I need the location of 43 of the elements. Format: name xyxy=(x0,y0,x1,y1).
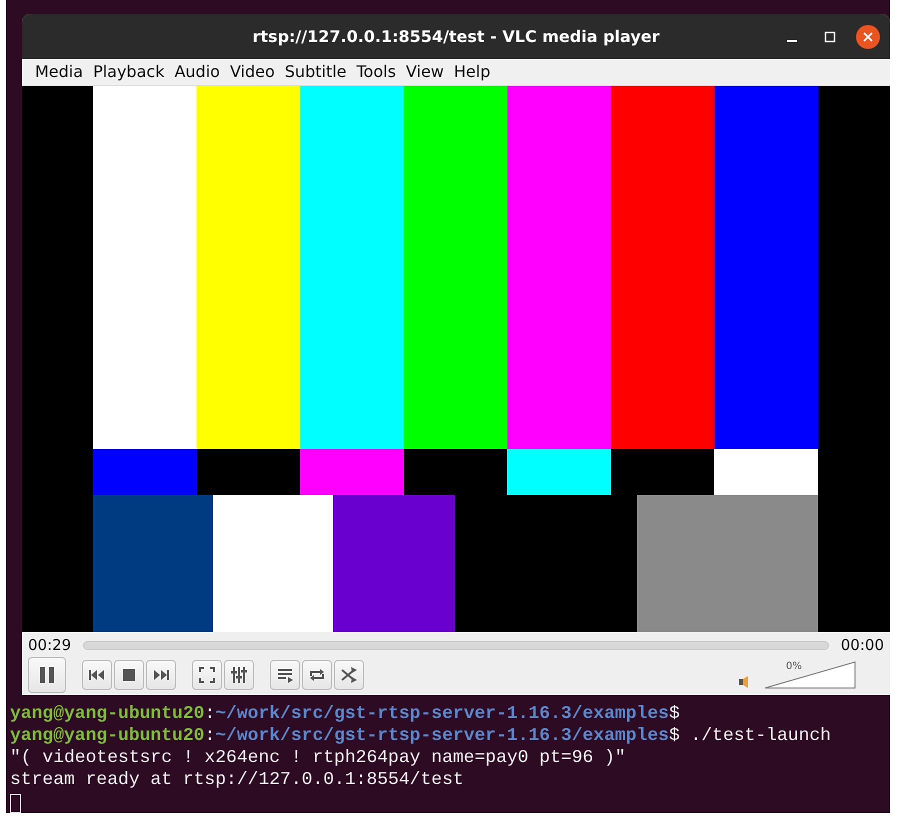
close-button[interactable] xyxy=(856,24,880,48)
prompt-user: yang@yang-ubuntu20 xyxy=(10,726,204,746)
stop-button[interactable] xyxy=(114,660,144,690)
loop-button[interactable] xyxy=(302,660,332,690)
close-icon xyxy=(862,30,874,42)
volume-slider[interactable]: 0% xyxy=(764,661,856,689)
prompt-path: ~/work/src/gst-rtsp-server-1.16.3/examples xyxy=(215,726,669,746)
next-button[interactable] xyxy=(146,660,176,690)
window-title: rtsp://127.0.0.1:8554/test - VLC media player xyxy=(252,26,660,48)
speaker-icon[interactable] xyxy=(738,675,750,689)
total-time: 00:00 xyxy=(840,634,884,656)
fullscreen-icon xyxy=(197,665,217,685)
prompt-separator: : xyxy=(204,704,216,724)
minimize-icon xyxy=(787,40,797,42)
command-text: ./test-launch xyxy=(690,726,831,746)
prompt-symbol: $ xyxy=(668,726,680,746)
menu-item[interactable]: View xyxy=(400,59,449,85)
settings-button[interactable] xyxy=(224,660,254,690)
prompt-path: ~/work/src/gst-rtsp-server-1.16.3/examples xyxy=(215,704,669,724)
playlist-button[interactable] xyxy=(270,660,300,690)
menu-item[interactable]: Audio xyxy=(169,59,225,85)
output-text: "( videotestsrc ! x264enc ! rtph264pay name=pay0 pt=96 )" xyxy=(10,748,626,768)
menu-item[interactable]: Help xyxy=(448,59,496,85)
prompt-separator: : xyxy=(204,726,216,746)
pause-button[interactable] xyxy=(28,657,66,693)
menu-item[interactable]: Media xyxy=(30,59,88,85)
menu-item[interactable]: Playback xyxy=(88,59,170,85)
pause-icon xyxy=(37,665,57,685)
menu-item[interactable]: Tools xyxy=(352,59,401,85)
maximize-icon xyxy=(824,30,836,42)
menu-item[interactable]: Subtitle xyxy=(280,59,352,85)
cursor-icon xyxy=(10,794,21,813)
shuffle-icon xyxy=(339,665,359,685)
equalizer-icon xyxy=(229,665,249,685)
previous-button[interactable] xyxy=(82,660,112,690)
prompt-symbol: $ xyxy=(668,704,680,724)
menu-item[interactable]: Video xyxy=(224,59,280,85)
prompt-user: yang@yang-ubuntu20 xyxy=(10,704,204,724)
volume-reading: 0% xyxy=(786,660,802,674)
elapsed-time: 00:29 xyxy=(28,634,72,656)
shuffle-button[interactable] xyxy=(334,660,364,690)
output-text: stream ready at rtsp://127.0.0.1:8554/test xyxy=(10,770,464,790)
fullscreen-button[interactable] xyxy=(192,660,222,690)
